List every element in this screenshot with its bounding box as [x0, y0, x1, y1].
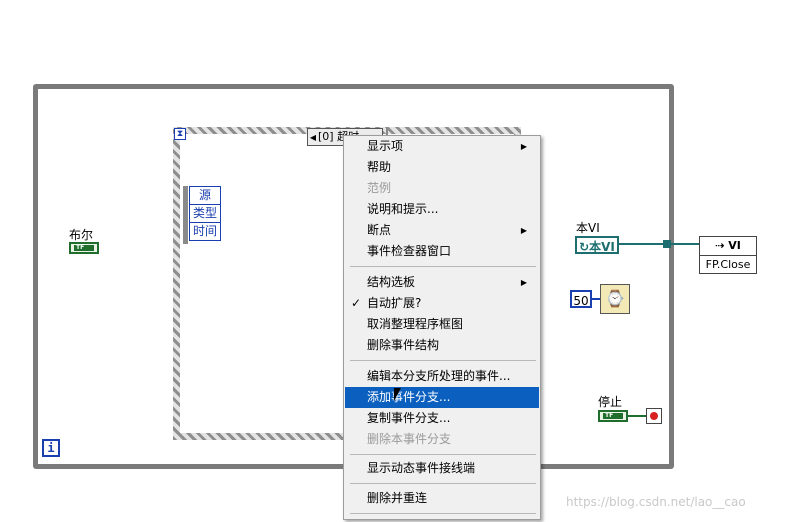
watermark: https://blog.csdn.net/lao__cao	[566, 495, 746, 509]
stop-terminal-text: TF	[603, 413, 623, 419]
event-terminal-source[interactable]: 源	[189, 186, 221, 205]
vi-ref-arrow-icon: ⇢	[715, 239, 725, 252]
menu-item-label: 显示动态事件接线端	[367, 461, 476, 475]
event-terminal-type[interactable]: 类型	[189, 205, 221, 223]
menu-item-label: 事件检查器窗口	[367, 244, 452, 258]
menu-item-delete-and-rewire[interactable]: 删除并重连	[345, 488, 539, 509]
menu-item-delete-event-case: 删除本事件分支	[345, 429, 539, 450]
this-vi-label: 本VI	[576, 221, 600, 235]
hourglass-icon[interactable]: ⧗	[174, 128, 186, 140]
boolean-terminal[interactable]: TF	[69, 242, 99, 254]
reference-wire-out[interactable]	[671, 243, 699, 245]
menu-item-event-inspector[interactable]: 事件检查器窗口	[345, 241, 539, 262]
invoke-node-class: VI	[728, 239, 741, 252]
menu-item-show-dynamic-event-terminals[interactable]: 显示动态事件接线端	[345, 458, 539, 479]
stop-dot	[650, 412, 658, 420]
invoke-node-method: FP.Close	[705, 258, 751, 271]
menu-item-label: 复制事件分支...	[367, 411, 451, 425]
fp-close-invoke-node[interactable]: ⇢ VI FP.Close	[699, 236, 757, 274]
this-vi-reference[interactable]: ↻本VI	[575, 236, 619, 254]
menu-separator	[350, 483, 536, 484]
this-vi-reference-text: 本VI	[589, 240, 615, 254]
menu-item-description-tips[interactable]: 说明和提示...	[345, 199, 539, 220]
reference-wire[interactable]	[619, 243, 664, 245]
reference-icon: ↻	[579, 240, 590, 254]
menu-item-breakpoint[interactable]: 断点 ▶	[345, 220, 539, 241]
menu-item-visible-items[interactable]: 显示项 ▶	[345, 136, 539, 157]
menu-item-label: 说明和提示...	[367, 202, 439, 216]
menu-item-label: 编辑本分支所处理的事件...	[367, 369, 511, 383]
menu-item-remove-event-structure[interactable]: 删除事件结构	[345, 335, 539, 356]
menu-item-label: 断点	[367, 223, 392, 237]
menu-item-help[interactable]: 帮助	[345, 157, 539, 178]
loop-condition-stop-icon[interactable]	[646, 408, 662, 424]
menu-separator	[350, 454, 536, 455]
stop-label: 停止	[598, 395, 623, 409]
loop-iteration-terminal[interactable]: i	[42, 439, 60, 457]
menu-item-auto-grow[interactable]: ✓ 自动扩展?	[345, 293, 539, 314]
menu-item-label: 添加事件分支...	[367, 390, 451, 404]
submenu-arrow-icon: ▶	[520, 142, 527, 151]
menu-item-label: 自动扩展?	[367, 296, 422, 310]
boolean-terminal-text: TF	[74, 245, 94, 251]
menu-item-undo-cleanup[interactable]: 取消整理程序框图	[345, 314, 539, 335]
invoke-node-header: ⇢ VI	[700, 237, 756, 256]
event-node-bar	[183, 186, 188, 244]
context-menu[interactable]: 显示项 ▶ 帮助 范例 说明和提示... 断点 ▶ 事件检查器窗口 结构选板 ▶ ✓ 自…	[343, 135, 541, 520]
menu-item-label: 帮助	[367, 160, 392, 174]
menu-item-label: 删除并重连	[367, 491, 428, 505]
menu-item-duplicate-event-case[interactable]: 复制事件分支...	[345, 408, 539, 429]
menu-item-examples: 范例	[345, 178, 539, 199]
menu-item-label: 显示项	[367, 139, 404, 153]
event-terminal-time[interactable]: 时间	[189, 223, 221, 241]
mouse-cursor-icon	[394, 388, 405, 401]
checkmark-icon: ✓	[351, 296, 362, 310]
menu-item-edit-events[interactable]: 编辑本分支所处理的事件...	[345, 366, 539, 387]
menu-item-label: 删除本事件分支	[367, 432, 452, 446]
loop-tunnel[interactable]	[663, 240, 671, 248]
menu-separator	[350, 266, 536, 267]
menu-item-label: 取消整理程序框图	[367, 317, 464, 331]
menu-item-structures-palette[interactable]: 结构选板 ▶	[345, 272, 539, 293]
numeric-constant[interactable]: 50	[570, 290, 592, 308]
submenu-arrow-icon: ▶	[520, 226, 527, 235]
menu-separator	[350, 513, 536, 514]
wait-ms-icon[interactable]: ⌚	[600, 284, 630, 314]
stop-terminal[interactable]: TF	[598, 410, 628, 422]
submenu-arrow-icon: ▶	[520, 278, 527, 287]
menu-separator	[350, 360, 536, 361]
menu-item-label: 范例	[367, 181, 392, 195]
decrement-arrow-icon[interactable]: ◀	[308, 130, 318, 146]
event-data-node[interactable]: 源 类型 时间	[183, 186, 223, 244]
menu-item-add-event-case[interactable]: 添加事件分支...	[345, 387, 539, 408]
boolean-wire[interactable]	[628, 415, 646, 417]
boolean-label: 布尔	[69, 228, 94, 242]
menu-item-label: 删除事件结构	[367, 338, 440, 352]
menu-item-label: 结构选板	[367, 275, 416, 289]
numeric-wire[interactable]	[592, 298, 600, 300]
